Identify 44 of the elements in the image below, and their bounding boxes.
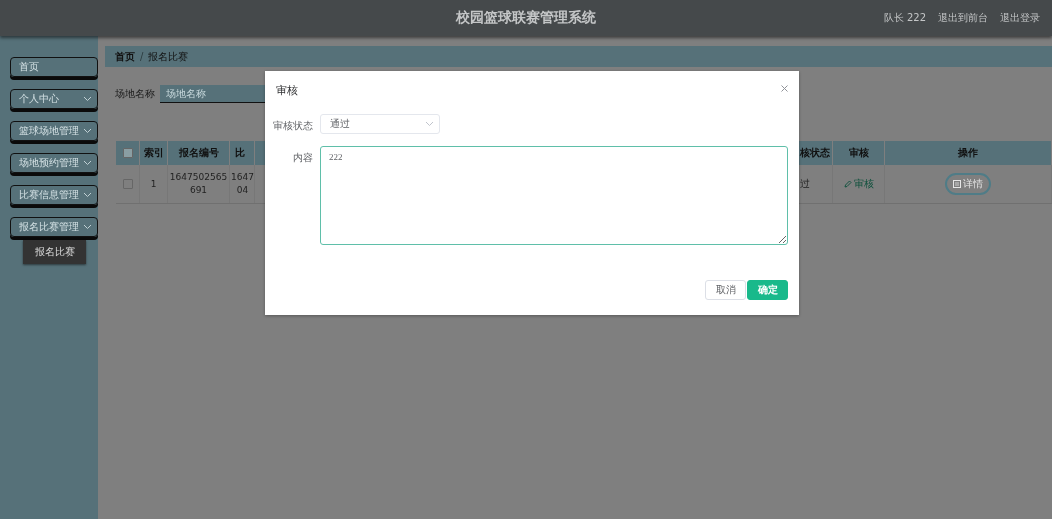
column-header: 比 [235, 146, 245, 160]
cancel-button[interactable]: 取消 [705, 280, 746, 300]
column-header: 核状态 [800, 146, 830, 160]
review-link[interactable]: 审核 [843, 177, 874, 191]
column-header: 索引 [143, 146, 164, 160]
table-cell: 1647 04 [231, 171, 254, 197]
menu-item[interactable]: 场地预约管理 [10, 153, 98, 173]
document-icon [953, 180, 961, 188]
field-label: 内容 [292, 151, 314, 165]
chevron-icon [83, 160, 92, 166]
checkbox[interactable] [122, 148, 133, 158]
field-label: 场地名称 [115, 87, 155, 101]
menu-item[interactable]: 个人中心 [10, 89, 98, 109]
chevron-icon [83, 224, 92, 230]
breadcrumb-item[interactable]: 首页 [115, 49, 135, 64]
app-title: 校园篮球联赛管理系统 [456, 9, 596, 27]
confirm-button[interactable]: 确定 [747, 280, 788, 300]
header-link[interactable]: 退出到前台 [938, 11, 988, 25]
content-textarea[interactable]: 222 [320, 146, 788, 245]
close-icon [781, 84, 788, 92]
user-label: 队长 222 [883, 11, 926, 25]
checkbox[interactable] [122, 179, 133, 189]
table-cell: 1647502565691 [168, 171, 229, 197]
header-link[interactable]: 退出登录 [1000, 11, 1040, 25]
column-header: 报名编号 [178, 146, 219, 160]
chevron-icon [83, 128, 92, 134]
table-cell: 1 [150, 177, 157, 191]
table-cell: 过 [800, 177, 810, 191]
menu-item[interactable]: 首页 [10, 57, 98, 77]
details-button[interactable]: 详情 [945, 173, 991, 195]
submenu-item[interactable]: 报名比赛 [23, 240, 86, 264]
field-label: 审核状态 [272, 119, 314, 133]
menu-item[interactable]: 篮球场地管理 [10, 121, 98, 141]
status-select[interactable]: 通过 [320, 114, 440, 134]
chevron-icon [425, 121, 434, 127]
chevron-icon [83, 192, 92, 198]
breadcrumb-separator: / [140, 51, 144, 62]
chevron-icon [83, 96, 92, 102]
menu-item[interactable]: 比赛信息管理 [10, 185, 98, 205]
menu-item[interactable]: 报名比赛管理 [10, 217, 98, 237]
column-header: 操作 [958, 146, 978, 160]
column-header: 审核 [848, 146, 869, 160]
breadcrumb-item[interactable]: 报名比赛 [148, 49, 189, 64]
pencil-icon [843, 180, 852, 188]
